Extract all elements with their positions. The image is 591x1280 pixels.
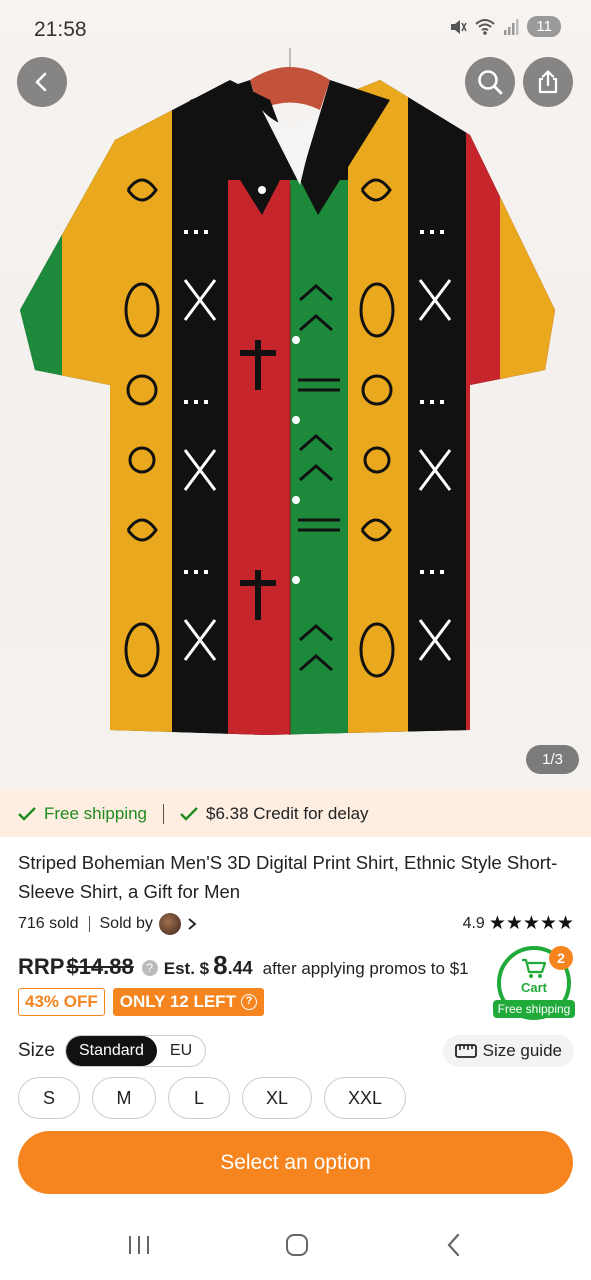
signal-icon [504, 18, 519, 35]
stock-badge[interactable]: ONLY 12 LEFT ? [112, 988, 264, 1016]
size-option-l[interactable]: L [168, 1077, 230, 1119]
product-image[interactable] [0, 40, 591, 760]
product-page: 21:58 11 1/3 Free shipping $6.38 Credit … [0, 0, 591, 1280]
size-options: S M L XL XXL [18, 1077, 406, 1119]
divider [88, 916, 90, 932]
size-option-xl[interactable]: XL [242, 1077, 312, 1119]
sold-by-label[interactable]: Sold by [100, 915, 153, 933]
nav-home-icon[interactable] [285, 1233, 309, 1257]
product-image-gallery[interactable]: 21:58 11 1/3 [0, 0, 591, 790]
check-icon [180, 806, 198, 821]
system-icons: 11 [449, 16, 561, 37]
size-label: Size [18, 1040, 55, 1061]
promo-text: after applying promos to $1 [262, 959, 469, 978]
search-button[interactable] [465, 57, 515, 107]
status-time: 21:58 [34, 18, 87, 41]
size-guide-button[interactable]: Size guide [442, 1035, 574, 1067]
size-standard-toggle[interactable]: Standard EU [64, 1035, 207, 1067]
stock-badge-label: ONLY 12 LEFT [119, 992, 236, 1011]
product-meta: 716 sold Sold by 4.9 ★★★★★ [18, 912, 574, 936]
rating[interactable]: 4.9 ★★★★★ [463, 912, 574, 935]
rating-value: 4.9 [462, 914, 485, 932]
size-standard-eu[interactable]: EU [157, 1036, 205, 1066]
system-nav-bar [0, 1210, 591, 1280]
question-icon[interactable]: ? [141, 960, 158, 976]
back-button[interactable] [17, 57, 67, 107]
cart-free-shipping: Free shipping [493, 1000, 575, 1018]
product-title: Striped Bohemian Men'S 3D Digital Print … [18, 852, 558, 902]
cart-label: Cart [520, 980, 547, 995]
free-shipping-text: Free shipping [44, 803, 148, 823]
share-icon [538, 70, 558, 94]
image-counter: 1/3 [526, 745, 579, 774]
size-option-s[interactable]: S [18, 1077, 80, 1119]
rating-stars: ★★★★★ [488, 913, 574, 934]
cart-icon [522, 958, 547, 978]
est-label: Est. $ [163, 959, 210, 978]
ruler-icon [454, 1044, 477, 1058]
rrp-value: $14.88 [66, 954, 134, 979]
select-option-button[interactable]: Select an option [18, 1131, 573, 1194]
size-option-m[interactable]: M [92, 1077, 156, 1119]
size-option-xxl[interactable]: XXL [324, 1077, 406, 1119]
price-row: RRP $14.88 ? Est. $ 8 .44 after applying… [18, 950, 498, 986]
check-icon [18, 806, 36, 821]
credit-for-delay-text: $6.38 Credit for delay [206, 803, 369, 823]
shipping-bar[interactable]: Free shipping $6.38 Credit for delay [0, 790, 591, 837]
back-arrow-icon [35, 72, 47, 92]
nav-recents-icon[interactable] [127, 1234, 151, 1256]
battery-indicator: 11 [527, 16, 561, 37]
seller-avatar[interactable] [158, 913, 181, 935]
size-header: Size Standard EU Size guide [18, 1035, 574, 1067]
wifi-icon [475, 18, 496, 35]
nav-back-icon[interactable] [444, 1233, 464, 1257]
size-standard-standard[interactable]: Standard [65, 1036, 157, 1066]
size-guide-label: Size guide [482, 1041, 562, 1060]
mute-icon [451, 19, 468, 34]
est-price-whole: 8 [213, 950, 228, 980]
chevron-right-icon[interactable] [187, 917, 197, 931]
info-icon: ? [240, 994, 257, 1010]
status-bar: 21:58 11 [0, 0, 591, 58]
share-button[interactable] [523, 57, 573, 107]
est-price-cents: .44 [227, 958, 253, 978]
discount-badge: 43% OFF [18, 988, 105, 1016]
search-icon [478, 70, 503, 95]
sold-count: 716 sold [18, 915, 79, 932]
cart-count-badge: 2 [549, 946, 573, 970]
cart-button[interactable]: 2 Cart Free shipping [493, 944, 575, 1026]
divider [163, 803, 165, 824]
badges: 43% OFF ONLY 12 LEFT ? [18, 988, 264, 1016]
rrp-label: RRP [18, 954, 65, 979]
